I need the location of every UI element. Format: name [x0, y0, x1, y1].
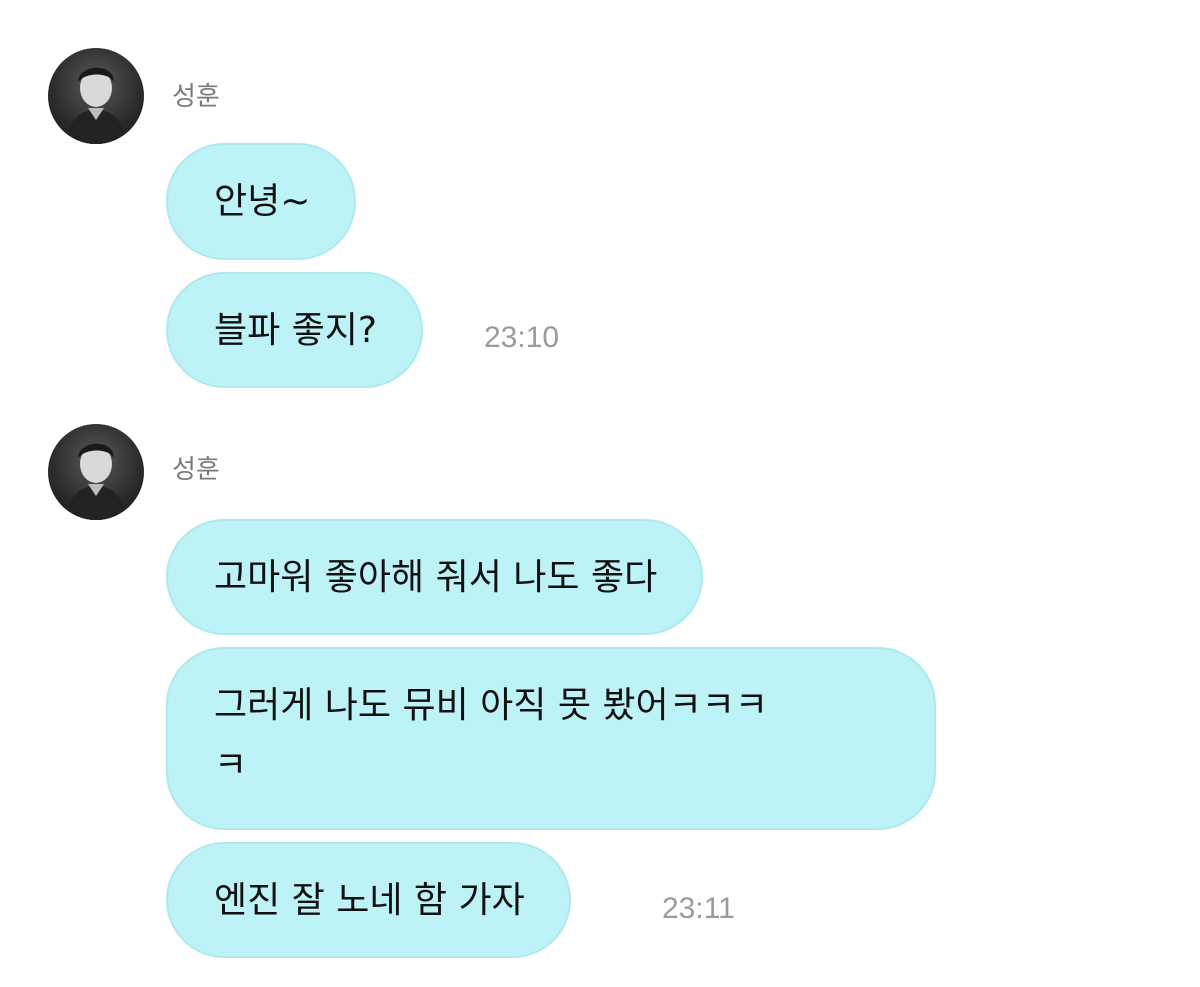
sender-name: 성훈: [172, 455, 220, 485]
message-text: 안녕~: [214, 181, 311, 222]
message-text: 고마워 좋아해 줘서 나도 좋다: [214, 557, 658, 598]
message-timestamp: 23:10: [484, 321, 560, 354]
sender-avatar-icon[interactable]: [48, 424, 144, 520]
sender-avatar-icon[interactable]: [48, 48, 144, 144]
message-bubble[interactable]: 안녕~: [166, 143, 357, 260]
message-bubble[interactable]: 블파 좋지?: [166, 272, 424, 388]
message-bubble[interactable]: 고마워 좋아해 줘서 나도 좋다: [166, 519, 704, 635]
message-text: 그러게 나도 뮤비 아직 못 봤어ㅋㅋㅋ ㅋ: [214, 685, 769, 786]
message-text: 블파 좋지?: [214, 310, 378, 351]
sender-name: 성훈: [172, 82, 220, 112]
message-timestamp: 23:11: [662, 892, 735, 925]
message-bubble[interactable]: 그러게 나도 뮤비 아직 못 봤어ㅋㅋㅋ ㅋ: [166, 647, 936, 830]
message-text: 엔진 잘 노네 함 가자: [214, 880, 525, 921]
message-bubble[interactable]: 엔진 잘 노네 함 가자: [166, 842, 571, 958]
